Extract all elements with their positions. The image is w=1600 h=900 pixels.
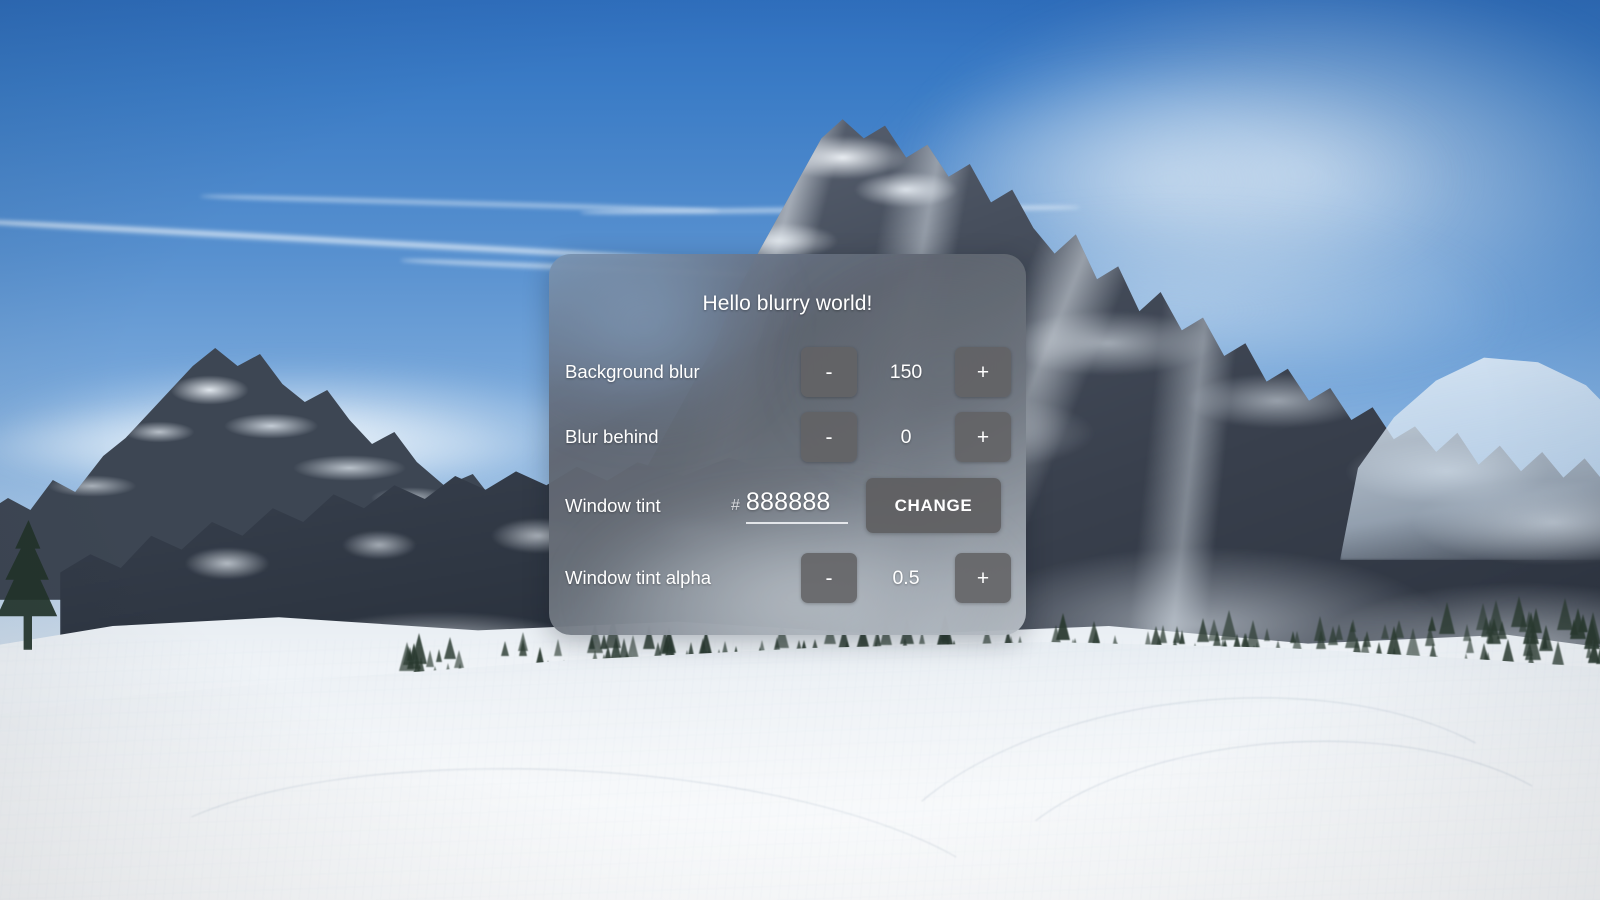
background-blur-increment-button[interactable]: + bbox=[955, 347, 1011, 397]
blur-settings-dialog: Hello blurry world! Background blur - 15… bbox=[549, 254, 1026, 635]
label-window-tint-alpha: Window tint alpha bbox=[565, 567, 712, 588]
stepper-blur-behind: - 0 + bbox=[801, 409, 1011, 465]
window-tint-alpha-value: 0.5 bbox=[892, 566, 920, 589]
stepper-window-tint-alpha: - 0.5 + bbox=[801, 550, 1011, 606]
blur-behind-increment-button[interactable]: + bbox=[955, 412, 1011, 462]
window-tint-hex-group: # bbox=[731, 478, 848, 534]
row-window-tint: Window tint # CHANGE bbox=[549, 478, 1026, 534]
window-tint-hex-input[interactable] bbox=[745, 488, 848, 524]
row-window-tint-alpha: Window tint alpha - 0.5 + bbox=[549, 550, 1026, 606]
row-blur-behind: Blur behind - 0 + bbox=[549, 409, 1026, 465]
window-tint-change-button[interactable]: CHANGE bbox=[866, 478, 1001, 533]
dialog-content: Hello blurry world! Background blur - 15… bbox=[549, 254, 1026, 635]
background-blur-value: 150 bbox=[889, 360, 923, 383]
dialog-title: Hello blurry world! bbox=[702, 292, 873, 315]
hash-prefix-icon: # bbox=[731, 497, 740, 514]
label-blur-behind: Blur behind bbox=[565, 426, 659, 447]
window-tint-alpha-increment-button[interactable]: + bbox=[955, 553, 1011, 603]
label-window-tint: Window tint bbox=[565, 495, 661, 516]
screen: Hello blurry world! Background blur - 15… bbox=[0, 0, 1600, 900]
blur-behind-value: 0 bbox=[900, 425, 912, 448]
row-background-blur: Background blur - 150 + bbox=[549, 344, 1026, 400]
blur-behind-decrement-button[interactable]: - bbox=[801, 412, 857, 462]
label-background-blur: Background blur bbox=[565, 361, 700, 382]
stepper-background-blur: - 150 + bbox=[801, 344, 1011, 400]
window-tint-alpha-decrement-button[interactable]: - bbox=[801, 553, 857, 603]
background-blur-decrement-button[interactable]: - bbox=[801, 347, 857, 397]
